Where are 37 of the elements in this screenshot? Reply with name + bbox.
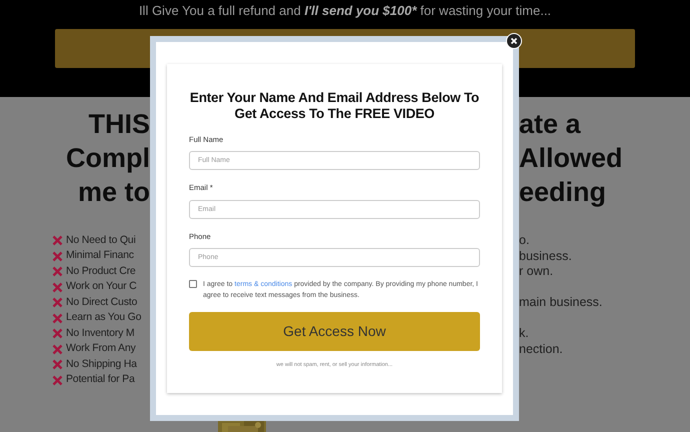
cross-icon (52, 235, 63, 246)
cross-icon (52, 328, 63, 340)
headline-text: Compl (65, 142, 150, 175)
close-icon[interactable] (506, 33, 522, 49)
benefit-text: Work From Any (66, 341, 136, 356)
cross-icon (52, 374, 63, 386)
benefit-text: Work on Your C (66, 279, 137, 294)
benefit-text: No Product Cre (66, 264, 136, 279)
benefit-text: r own. (519, 263, 554, 280)
benefit-text: k. (519, 325, 529, 342)
headline-text: ate a (519, 108, 581, 141)
banner-text: Ill Give You a full refund and I'll send you $100* for wasting your time... (138, 2, 552, 20)
benefit-text: main business. (519, 294, 602, 312)
headline-text: Allowed (519, 142, 623, 175)
benefit-text: No Shipping Ha (66, 356, 137, 372)
consent-checkbox[interactable] (189, 280, 197, 288)
benefit-text: nection. (519, 340, 563, 358)
cross-icon (52, 297, 63, 308)
benefit-text: Minimal Financ (66, 248, 134, 264)
benefit-text: Potential for Pa (66, 372, 135, 388)
cross-icon (52, 344, 63, 355)
benefit-text: o. (519, 232, 530, 250)
cross-icon (52, 359, 63, 370)
form-title: Enter Your Name And Email Address Below To Get Access To The FREE VIDEO (189, 90, 480, 122)
headline-text: THIS (87, 108, 150, 141)
benefit-text: No Need to Qui (66, 232, 136, 248)
benefit-text: Learn as You Go (66, 310, 142, 326)
cross-icon (52, 250, 63, 262)
cross-icon (52, 312, 63, 324)
headline-text: me to (76, 176, 150, 209)
cross-icon (52, 282, 63, 293)
benefit-text: No Inventory M (66, 326, 134, 341)
get-access-button[interactable]: Get Access Now (189, 312, 480, 351)
headline-text: eeding (519, 176, 606, 209)
benefit-text: No Direct Custo (66, 294, 138, 310)
benefit-text: business. (519, 248, 572, 265)
cross-icon (52, 266, 63, 278)
